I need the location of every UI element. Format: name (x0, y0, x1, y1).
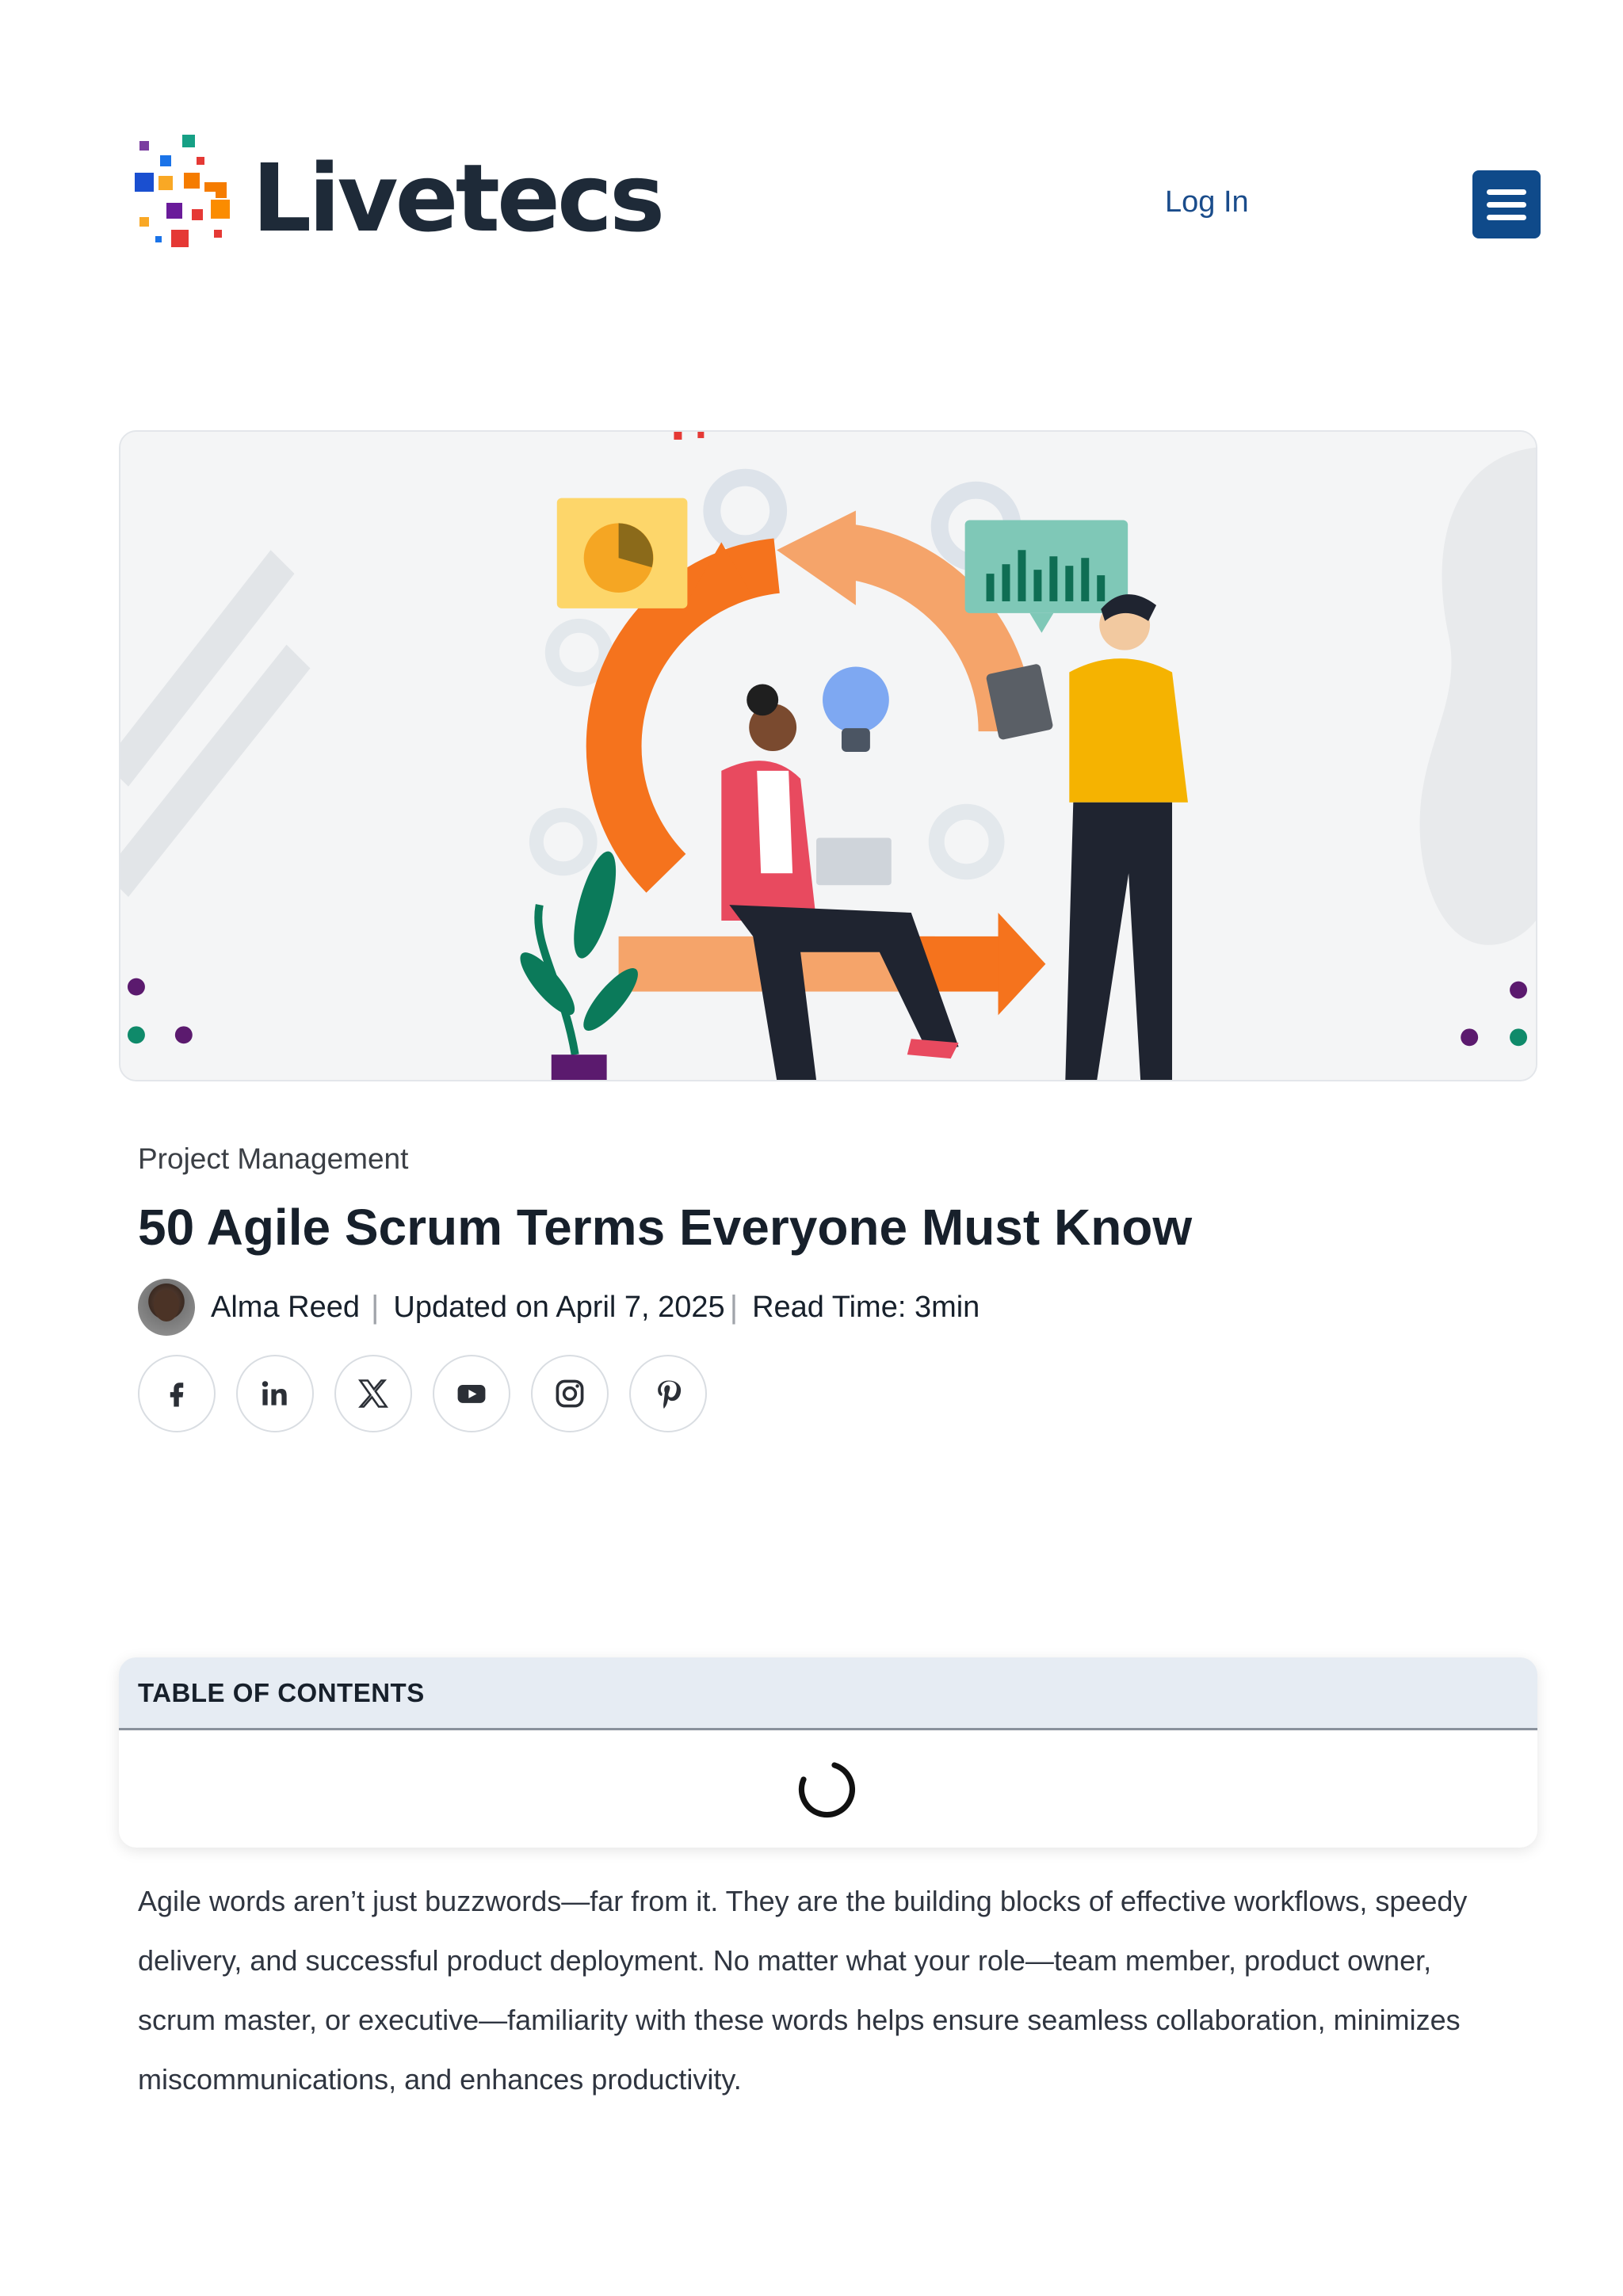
linkedin-share-button[interactable] (236, 1355, 314, 1432)
login-link[interactable]: Log In (1165, 185, 1249, 219)
updated-date: Updated on April 7, 2025 (393, 1290, 725, 1324)
site-header: Livetecs Log In (0, 0, 1623, 247)
site-logo[interactable]: Livetecs (135, 135, 665, 261)
youtube-icon (457, 1385, 486, 1403)
author-name[interactable]: Alma Reed (211, 1291, 360, 1325)
youtube-share-button[interactable] (433, 1355, 510, 1432)
instagram-share-button[interactable] (531, 1355, 609, 1432)
article-category[interactable]: Project Management (138, 1142, 408, 1176)
spinner-icon (798, 1762, 856, 1818)
hamburger-icon (1487, 189, 1526, 195)
pinterest-share-button[interactable] (629, 1355, 707, 1432)
meta-separator: | (729, 1289, 739, 1325)
logo-wordmark: Livetecs (252, 143, 665, 253)
table-of-contents: TABLE OF CONTENTS (119, 1657, 1537, 1848)
toc-heading[interactable]: TABLE OF CONTENTS (119, 1657, 1537, 1730)
article-title: 50 Agile Scrum Terms Everyone Must Know (138, 1199, 1193, 1256)
hero-image (119, 430, 1537, 1081)
meta-separator: | (370, 1289, 380, 1325)
linkedin-icon (262, 1381, 287, 1405)
instagram-icon (556, 1379, 584, 1408)
social-share-bar (138, 1355, 707, 1432)
facebook-icon (170, 1383, 184, 1407)
read-time: Read Time: 3min (752, 1290, 980, 1324)
facebook-share-button[interactable] (138, 1355, 216, 1432)
x-share-button[interactable] (334, 1355, 412, 1432)
author-avatar (138, 1279, 195, 1336)
pinterest-icon (658, 1380, 682, 1409)
x-icon (358, 1379, 388, 1408)
menu-button[interactable] (1472, 170, 1541, 238)
agile-cycle-illustration (120, 432, 1536, 1080)
intro-paragraph: Agile words aren’t just buzzwords—far fr… (138, 1885, 1468, 2096)
logo-mark-icon (135, 135, 230, 247)
article-meta: Alma Reed | Updated on April 7, 2025 | R… (138, 1278, 980, 1337)
